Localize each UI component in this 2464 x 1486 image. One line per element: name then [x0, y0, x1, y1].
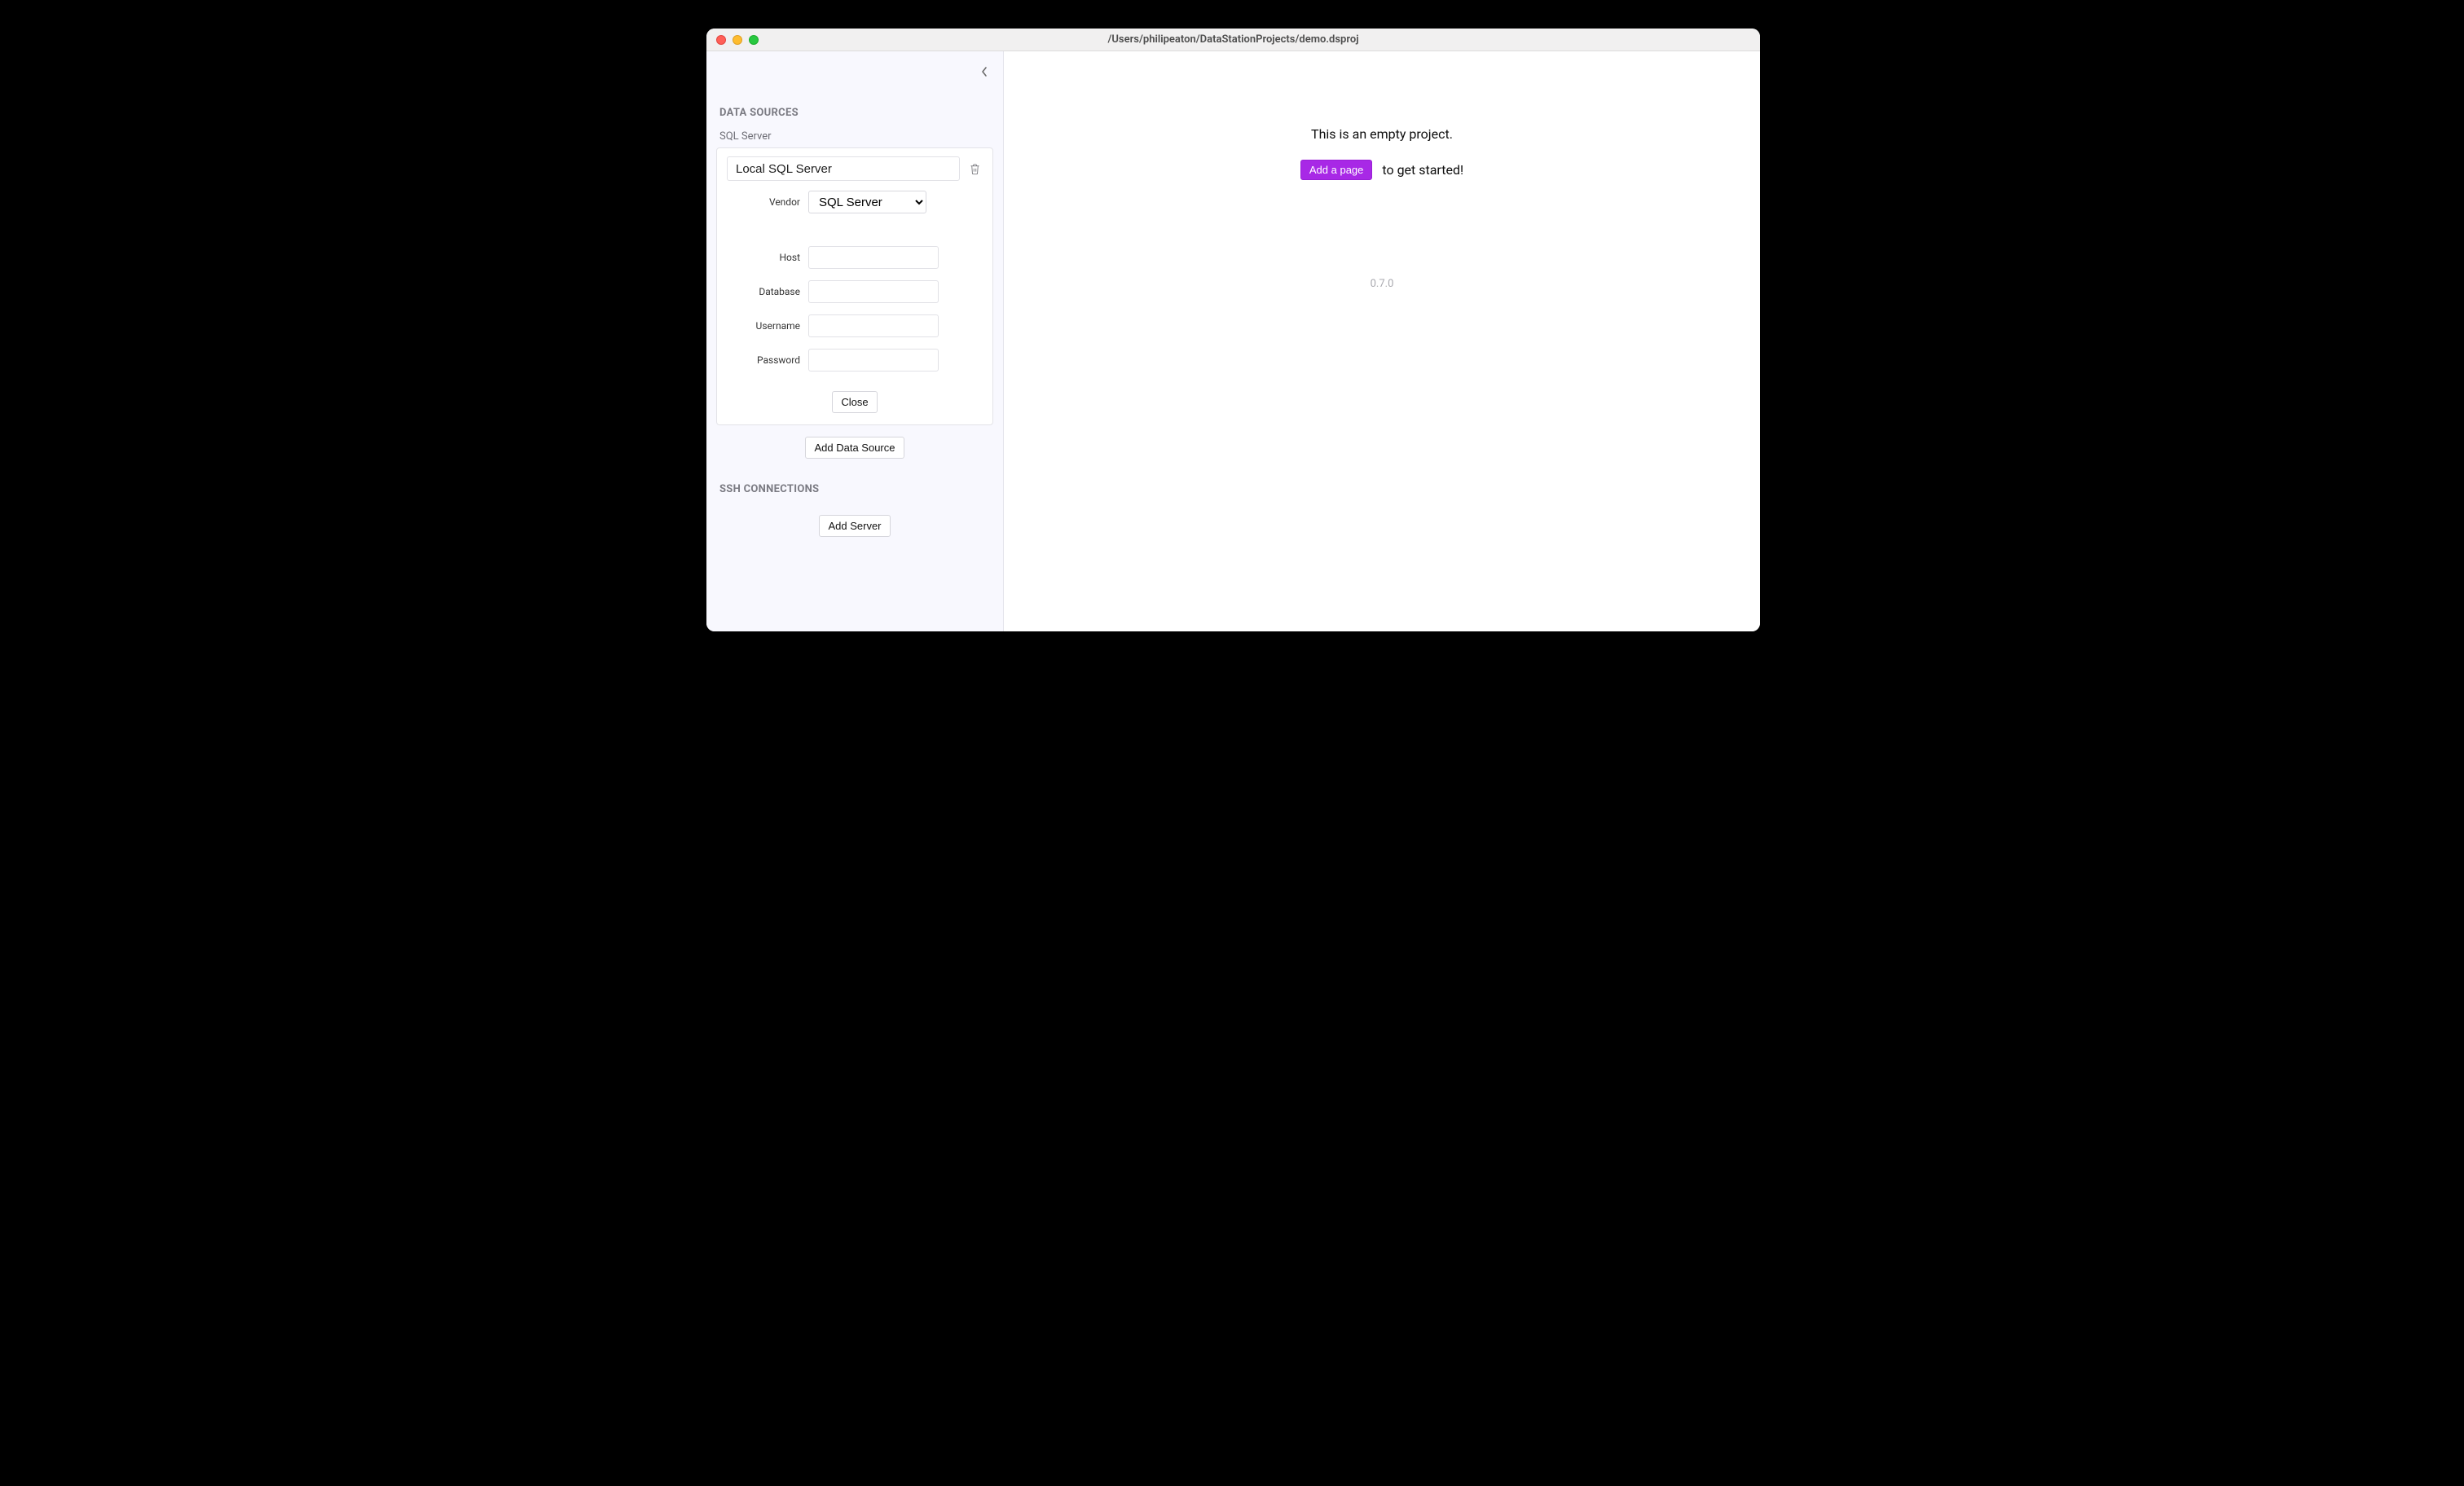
vendor-select[interactable]: SQL Server: [808, 191, 926, 213]
traffic-lights: [706, 35, 759, 45]
database-label: Database: [727, 286, 808, 297]
username-input[interactable]: [808, 314, 939, 337]
data-source-type-label: SQL Server: [719, 130, 990, 143]
data-sources-header: DATA SOURCES: [719, 107, 990, 119]
window-title: /Users/philipeaton/DataStationProjects/d…: [706, 33, 1760, 46]
close-button[interactable]: Close: [832, 391, 877, 413]
password-label: Password: [727, 354, 808, 366]
close-window-button[interactable]: [716, 35, 726, 45]
add-page-button[interactable]: Add a page: [1300, 160, 1373, 180]
app-window: /Users/philipeaton/DataStationProjects/d…: [706, 29, 1760, 631]
vendor-label: Vendor: [727, 196, 808, 208]
version-label: 0.7.0: [1371, 278, 1394, 290]
main-panel: This is an empty project. Add a page to …: [1004, 51, 1760, 631]
empty-project-message: This is an empty project.: [1311, 126, 1453, 142]
username-label: Username: [727, 320, 808, 332]
cta-suffix-text: to get started!: [1382, 162, 1463, 178]
data-source-card: Vendor SQL Server Host Database: [716, 147, 993, 425]
minimize-window-button[interactable]: [733, 35, 742, 45]
maximize-window-button[interactable]: [749, 35, 759, 45]
trash-icon[interactable]: [966, 160, 983, 177]
add-server-button[interactable]: Add Server: [819, 515, 890, 537]
data-source-name-input[interactable]: [727, 156, 960, 181]
password-input[interactable]: [808, 349, 939, 372]
app-body: DATA SOURCES SQL Server: [706, 51, 1760, 631]
chevron-left-icon[interactable]: [980, 66, 988, 81]
ssh-connections-header: SSH CONNECTIONS: [719, 483, 990, 495]
cta-row: Add a page to get started!: [1300, 160, 1463, 180]
host-label: Host: [727, 252, 808, 263]
add-data-source-button[interactable]: Add Data Source: [805, 437, 904, 459]
host-input[interactable]: [808, 246, 939, 269]
titlebar: /Users/philipeaton/DataStationProjects/d…: [706, 29, 1760, 51]
sidebar: DATA SOURCES SQL Server: [706, 51, 1004, 631]
database-input[interactable]: [808, 280, 939, 303]
